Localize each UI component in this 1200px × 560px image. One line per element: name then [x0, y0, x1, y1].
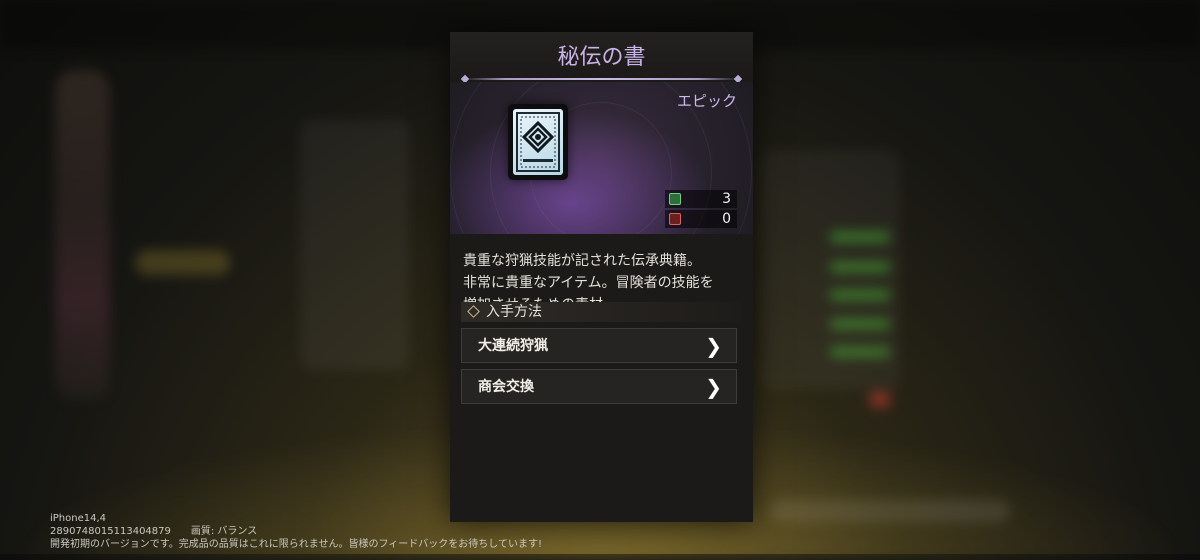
ownership-counts: 3 0: [665, 190, 737, 230]
box-count-row: 0: [665, 210, 737, 228]
item-detail-modal: 秘伝の書 エピック 3 0 貴重な狩猟技能が記された伝承典籍。 非常に貴重なアイ…: [450, 32, 753, 522]
acquisition-option-label: 大連続狩猟: [478, 338, 548, 354]
acquisition-option-continuous-hunt[interactable]: 大連続狩猟 ❯: [461, 328, 737, 363]
red-storage-icon: [669, 213, 681, 225]
dev-notice: 開発初期のバージョンです。完成品の品質はこれに限られません。皆様のフィードバック…: [50, 539, 543, 550]
rarity-label: エピック: [676, 92, 737, 110]
acquisition-header: 入手方法: [461, 302, 742, 322]
chevron-right-icon: ❯: [705, 375, 722, 399]
build-info: iPhone14,4 2890748015113404879 画質: バランス …: [50, 512, 542, 551]
item-banner: エピック 3 0: [450, 82, 753, 234]
title-divider: [464, 78, 739, 80]
box-count: 0: [722, 211, 731, 227]
acquisition-option-label: 商会交換: [478, 379, 534, 395]
diamond-icon: [467, 305, 480, 318]
book-item-icon: [508, 104, 568, 180]
acquisition-option-guild-exchange[interactable]: 商会交換 ❯: [461, 369, 737, 404]
chevron-right-icon: ❯: [705, 334, 722, 358]
item-title: 秘伝の書: [450, 32, 753, 78]
build-label: 2890748015113404879 画質: バランス: [50, 526, 258, 537]
device-label: iPhone14,4: [50, 513, 107, 524]
green-storage-icon: [669, 193, 681, 205]
acquisition-header-label: 入手方法: [486, 304, 542, 320]
owned-count: 3: [722, 191, 731, 207]
owned-count-row: 3: [665, 190, 737, 208]
